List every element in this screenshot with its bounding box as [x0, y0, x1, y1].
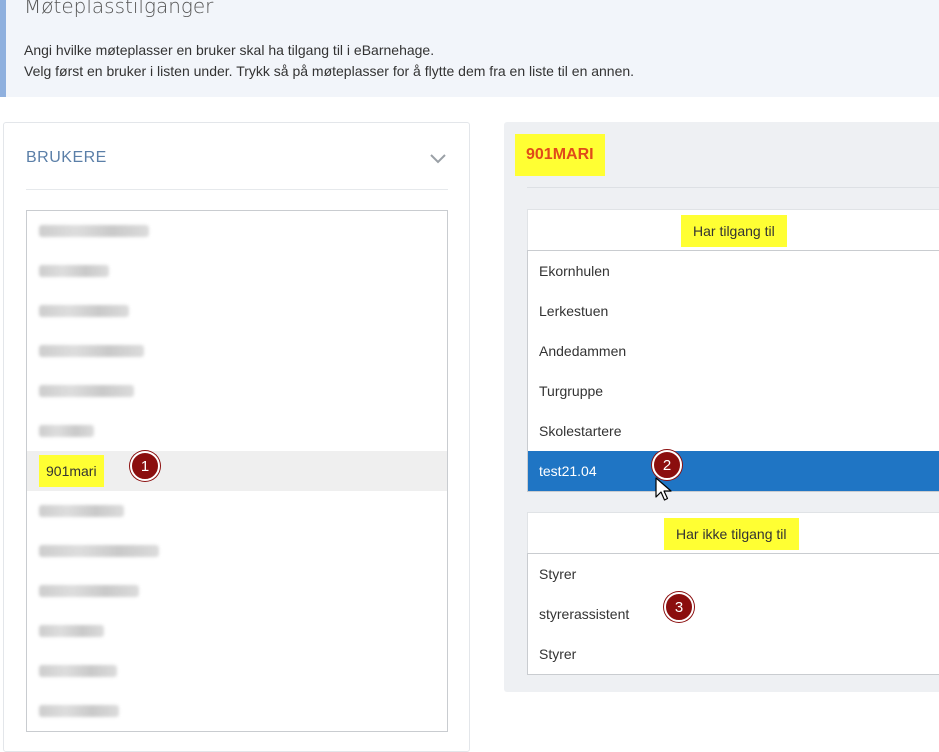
- user-list-item[interactable]: [27, 651, 447, 691]
- info-banner: Møteplasstilganger Angi hvilke møteplass…: [0, 0, 939, 97]
- instruction-line-1: Angi hvilke møteplasser en bruker skal h…: [24, 42, 435, 58]
- user-list-item[interactable]: [27, 331, 447, 371]
- access-list-item[interactable]: Skolestartere: [528, 411, 939, 451]
- user-list-item-selected[interactable]: 901mari: [27, 451, 447, 491]
- no-access-list[interactable]: Styrer styrerassistent Styrer: [527, 553, 939, 675]
- annotation-marker-1: 1: [130, 451, 160, 481]
- blurred-username: [39, 225, 149, 237]
- has-access-list[interactable]: Ekornhulen Lerkestuen Andedammen Turgrup…: [527, 250, 939, 492]
- blurred-username: [39, 265, 109, 277]
- no-access-header: Har ikke tilgang til: [527, 512, 939, 553]
- blurred-username: [39, 425, 94, 437]
- access-list-item[interactable]: Turgruppe: [528, 371, 939, 411]
- user-list-item[interactable]: [27, 571, 447, 611]
- access-list-item[interactable]: Andedammen: [528, 331, 939, 371]
- no-access-list-item[interactable]: styrerassistent: [528, 594, 939, 634]
- blurred-username: [39, 665, 117, 677]
- user-list-item[interactable]: [27, 531, 447, 571]
- annotation-marker-2: 2: [652, 450, 682, 480]
- access-list-item[interactable]: Ekornhulen: [528, 251, 939, 291]
- selected-username: 901mari: [39, 455, 104, 487]
- blurred-username: [39, 705, 119, 717]
- no-access-label: Har ikke tilgang til: [664, 518, 799, 550]
- users-panel: BRUKERE 901mari: [3, 122, 470, 752]
- instruction-line-2: Velg først en bruker i listen under. Try…: [24, 63, 635, 79]
- has-access-header: Har tilgang til: [527, 209, 939, 250]
- selected-user-title: 901MARI: [515, 134, 605, 176]
- blurred-username: [39, 345, 144, 357]
- blurred-username: [39, 505, 124, 517]
- user-list-item[interactable]: [27, 491, 447, 531]
- user-list-item[interactable]: [27, 611, 447, 651]
- user-list-item[interactable]: [27, 411, 447, 451]
- user-list-item[interactable]: [27, 371, 447, 411]
- page-title: Møteplasstilganger: [24, 0, 214, 18]
- users-header[interactable]: BRUKERE: [26, 149, 107, 167]
- user-list-item[interactable]: [27, 291, 447, 331]
- user-list-item[interactable]: [27, 691, 447, 731]
- access-list-item[interactable]: Lerkestuen: [528, 291, 939, 331]
- mouse-pointer-icon: [655, 477, 672, 501]
- divider: [527, 187, 939, 188]
- divider: [26, 189, 448, 190]
- chevron-down-icon[interactable]: [428, 151, 448, 165]
- user-list[interactable]: 901mari: [26, 210, 448, 732]
- blurred-username: [39, 625, 104, 637]
- blurred-username: [39, 385, 134, 397]
- user-list-item[interactable]: [27, 211, 447, 251]
- blurred-username: [39, 585, 139, 597]
- annotation-marker-3: 3: [664, 592, 694, 622]
- user-list-item[interactable]: [27, 251, 447, 291]
- has-access-label: Har tilgang til: [681, 215, 787, 247]
- blurred-username: [39, 545, 159, 557]
- no-access-list-item[interactable]: Styrer: [528, 554, 939, 594]
- access-list-item-selected[interactable]: test21.04: [528, 451, 939, 491]
- access-panel: 901MARI Har tilgang til Ekornhulen Lerke…: [504, 122, 939, 692]
- blurred-username: [39, 305, 129, 317]
- no-access-list-item[interactable]: Styrer: [528, 634, 939, 674]
